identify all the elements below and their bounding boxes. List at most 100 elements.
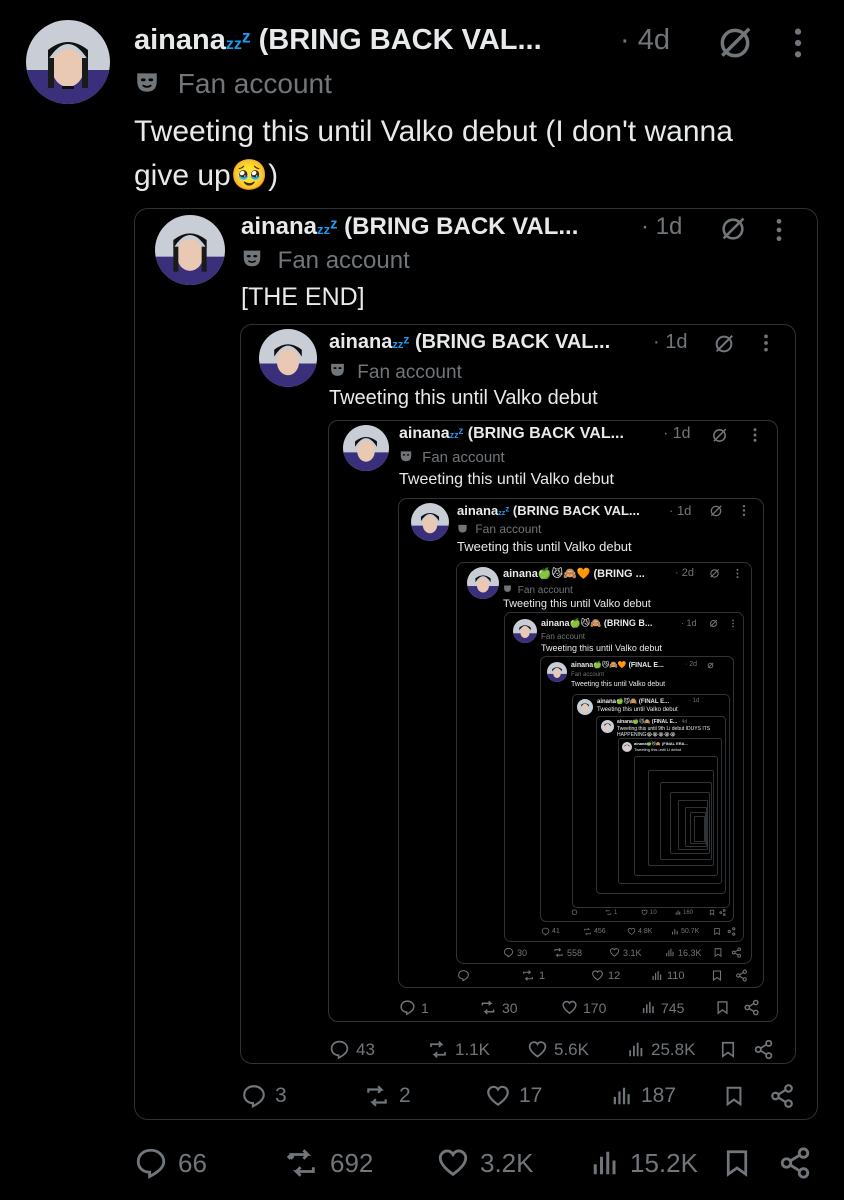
avatar-image — [622, 742, 632, 752]
reply-button[interactable]: 3 — [241, 1083, 287, 1109]
like-button[interactable]: 170 — [561, 999, 606, 1016]
reply-button[interactable]: 30 — [503, 947, 527, 958]
share-button[interactable] — [769, 1083, 795, 1109]
reply-button[interactable] — [571, 909, 580, 916]
grok-icon[interactable] — [709, 504, 723, 518]
views-button[interactable]: 16.3K — [665, 947, 702, 958]
reply-button[interactable]: 43 — [329, 1039, 375, 1060]
repost-icon — [367, 1085, 387, 1107]
bookmark-button[interactable] — [715, 999, 730, 1016]
bookmark-button[interactable] — [713, 947, 723, 958]
like-button[interactable]: 3.1K — [609, 947, 642, 958]
repost-button[interactable]: 692 — [284, 1146, 373, 1180]
more-icon[interactable] — [773, 217, 785, 243]
sleep-emoji: zzz — [225, 26, 251, 53]
bookmark-button[interactable] — [723, 1083, 745, 1109]
fan-account-label: Fan account — [457, 522, 541, 537]
reply-icon — [541, 927, 550, 936]
repost-button[interactable]: 1 — [605, 909, 617, 916]
grok-icon[interactable] — [716, 24, 754, 62]
avatar-image — [467, 567, 499, 599]
reply-icon — [503, 947, 514, 958]
avatar — [411, 503, 449, 541]
grok-icon[interactable] — [707, 662, 714, 669]
mask-icon — [399, 449, 413, 467]
more-icon[interactable] — [735, 568, 740, 579]
grok-icon[interactable] — [709, 568, 720, 579]
more-icon[interactable] — [741, 504, 747, 517]
avatar-image — [513, 619, 537, 643]
views-button[interactable]: 50.7K — [671, 927, 699, 936]
reply-button[interactable]: 66 — [134, 1146, 207, 1180]
views-button[interactable]: 187 — [611, 1083, 676, 1109]
repost-button[interactable]: 2 — [363, 1083, 411, 1109]
fan-account-label: Fan account — [329, 361, 462, 384]
mask-icon — [241, 247, 263, 276]
repost-button[interactable]: 456 — [583, 927, 606, 936]
share-button[interactable] — [731, 947, 742, 958]
like-button[interactable]: 5.6K — [527, 1039, 589, 1060]
grok-icon[interactable] — [713, 333, 735, 355]
timestamp[interactable]: · 4d — [620, 24, 670, 57]
views-button[interactable]: 25.8K — [627, 1039, 695, 1060]
grok-icon[interactable] — [711, 427, 728, 444]
views-button[interactable]: 15.2K — [590, 1146, 698, 1180]
share-icon — [731, 947, 742, 958]
share-button[interactable] — [743, 999, 760, 1016]
tweet-text: Tweeting this until Valko debut — [503, 598, 651, 610]
share-button[interactable] — [753, 1039, 774, 1060]
repost-button[interactable]: 1.1K — [427, 1039, 490, 1060]
grok-icon[interactable] — [709, 619, 718, 628]
fan-account-label: Fan account — [399, 449, 505, 467]
views-button[interactable]: 160 — [675, 909, 693, 916]
repost-button[interactable]: 558 — [553, 947, 582, 958]
bookmark-button[interactable] — [722, 1146, 752, 1180]
more-icon[interactable] — [761, 333, 771, 353]
repost-button[interactable]: 1 — [521, 969, 545, 982]
share-icon — [754, 1039, 773, 1060]
bookmark-button[interactable] — [713, 927, 721, 936]
like-button[interactable]: 12 — [591, 969, 620, 982]
heart-icon — [528, 1041, 547, 1058]
avatar-image — [155, 215, 225, 285]
author-name: ainanazzz (BRING BACK VAL... — [241, 213, 579, 240]
more-icon[interactable] — [731, 619, 735, 628]
heart-icon — [487, 1085, 509, 1106]
grok-icon[interactable] — [719, 215, 747, 243]
action-bar: 30 558 3.1K 16.3K — [503, 947, 743, 961]
views-button[interactable]: 745 — [641, 999, 684, 1016]
reply-button[interactable] — [457, 969, 474, 982]
share-icon — [719, 909, 726, 916]
fan-account-label: Fan account — [503, 584, 573, 596]
share-button[interactable] — [778, 1146, 812, 1180]
reply-button[interactable]: 1 — [399, 999, 429, 1016]
like-button[interactable]: 17 — [485, 1083, 542, 1109]
avatar — [467, 567, 499, 599]
share-icon — [727, 927, 736, 936]
share-button[interactable] — [735, 969, 748, 982]
bookmark-button[interactable] — [719, 1039, 737, 1060]
author-name[interactable]: ainanazzz (BRING BACK VAL... — [134, 24, 542, 57]
views-button[interactable]: 110 — [651, 969, 685, 982]
timestamp: · 2d — [675, 567, 694, 579]
avatar — [343, 425, 389, 471]
like-button[interactable]: 10 — [641, 909, 657, 916]
share-icon — [736, 969, 747, 982]
reply-icon — [571, 909, 578, 915]
share-button[interactable] — [719, 909, 726, 916]
avatar — [622, 742, 632, 752]
bookmark-button[interactable] — [711, 969, 723, 982]
more-icon[interactable] — [751, 427, 759, 443]
more-icon[interactable] — [788, 26, 808, 60]
bookmark-icon — [714, 948, 722, 958]
share-button[interactable] — [727, 927, 736, 936]
avatar-image — [343, 425, 389, 471]
like-button[interactable]: 4.8K — [627, 927, 652, 936]
action-bar: 1 30 170 745 — [399, 999, 765, 1019]
reply-button[interactable]: 41 — [541, 927, 560, 936]
like-button[interactable]: 3.2K — [436, 1146, 534, 1180]
bookmark-button[interactable] — [709, 909, 715, 916]
timestamp: · 1d — [663, 425, 691, 442]
avatar[interactable] — [26, 20, 110, 104]
repost-button[interactable]: 30 — [479, 999, 518, 1016]
